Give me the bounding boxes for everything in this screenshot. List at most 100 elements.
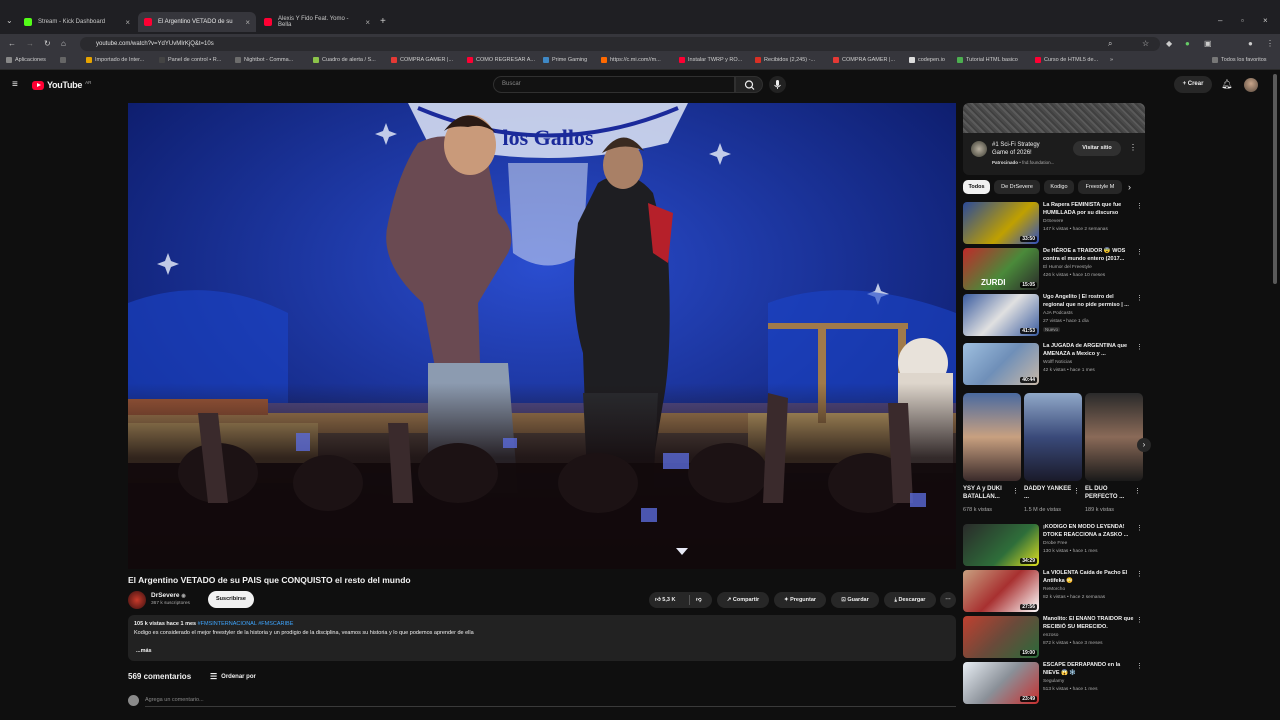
related-video-title[interactable]: Manolito: El ENANO TRAIDOR que RECIBIÓ S…	[1043, 616, 1135, 631]
video-thumbnail[interactable]: 19:00	[963, 616, 1039, 658]
browser-menu-icon[interactable]: ⋮	[1266, 39, 1274, 48]
sort-comments-button[interactable]: ☰ Ordenar por	[210, 672, 256, 681]
chip-all[interactable]: Todos	[963, 180, 990, 194]
like-button[interactable]: 👍︎ 5,3 K	[655, 597, 675, 603]
chip-kodigo[interactable]: Kodigo	[1044, 180, 1074, 194]
more-vert-icon[interactable]: ⋮	[1136, 248, 1143, 256]
related-video[interactable]: 41:53 Ugo Angelito | El rostro del regio…	[963, 294, 1145, 336]
short-thumbnail[interactable]	[963, 393, 1021, 481]
bookmark-item[interactable]: COMPRA GAMER |...	[833, 57, 895, 63]
related-channel[interactable]: AJA Podcasts	[1043, 311, 1073, 316]
related-channel[interactable]: Wolff Noticias	[1043, 360, 1072, 365]
more-actions-button[interactable]: ⋯	[940, 592, 956, 608]
profile-icon[interactable]: ●	[1248, 39, 1253, 48]
maximize-icon[interactable]: ▫	[1241, 16, 1244, 25]
tab-youtube-active[interactable]: El Argentino VETADO de su ×	[138, 12, 256, 32]
short-title[interactable]: DADDY YANKEE ...	[1024, 485, 1072, 501]
more-vert-icon[interactable]: ⋮	[1136, 524, 1143, 532]
share-button[interactable]: ↗ Compartir	[717, 592, 769, 608]
bookmark-star-icon[interactable]: ☆	[1142, 39, 1149, 48]
page-scrollbar[interactable]	[1273, 74, 1277, 284]
related-video-title[interactable]: La Rapera FEMINISTA que fue HUMILLADA po…	[1043, 202, 1135, 217]
related-video-title[interactable]: La JUGADA de ARGENTINA que AMENAZA a Mex…	[1043, 343, 1135, 358]
related-video-title[interactable]: De HÉROE a TRAIDOR 😨 WOS contra el mundo…	[1043, 248, 1135, 263]
create-button[interactable]: + Crear	[1174, 76, 1212, 93]
related-channel[interactable]: ReMorcho	[1043, 587, 1065, 592]
shorts-next-button[interactable]: ›	[1137, 438, 1151, 452]
bookmark-item[interactable]: COMPRA GAMER |...	[391, 57, 453, 63]
more-vert-icon[interactable]: ⋮	[1136, 616, 1143, 624]
more-vert-icon[interactable]: ⋮	[1136, 662, 1143, 670]
search-button[interactable]	[735, 76, 763, 93]
more-vert-icon[interactable]: ⋮	[1136, 343, 1143, 351]
channel-avatar[interactable]	[128, 591, 146, 609]
close-tab-icon[interactable]: ×	[125, 18, 130, 27]
more-vert-icon[interactable]: ⋮	[1134, 487, 1141, 495]
more-bookmarks-icon[interactable]: »	[1110, 57, 1113, 63]
related-video-title[interactable]: ¡KODIGO EN MODO LEYENDA! DTOKE REACCIONA…	[1043, 524, 1135, 539]
ad-card[interactable]: #1 Sci-Fi Strategy Game of 2026! Patroci…	[963, 103, 1145, 175]
bookmark-item[interactable]: https://c.mi.com//m...	[601, 57, 661, 63]
reload-icon[interactable]: ↻	[44, 39, 51, 48]
related-channel[interactable]: enzoso	[1043, 633, 1058, 638]
related-video[interactable]: 27:56 La VIOLENTA Caída de Pacho El Anti…	[963, 570, 1145, 612]
more-vert-icon[interactable]: ⋮	[1136, 202, 1143, 210]
related-video[interactable]: 23:49 ESCAPE DERRAPANDO en la NIEVE 😱 ❄️…	[963, 662, 1145, 704]
tab-search-icon[interactable]: ⌄	[6, 16, 13, 25]
extension-icon[interactable]: ●	[1185, 39, 1190, 48]
notifications-bell-icon[interactable]: 🔔︎	[1221, 79, 1232, 90]
bookmark-item[interactable]: Prime Gaming	[543, 57, 587, 63]
bookmark-item[interactable]: COMO REGRESAR A...	[467, 57, 535, 63]
search-input[interactable]: Buscar	[493, 76, 735, 93]
more-vert-icon[interactable]: ⋮	[1073, 487, 1080, 495]
channel-name[interactable]: DrSevere ◉	[151, 592, 186, 599]
description-box[interactable]: 105 k vistas hace 1 mes #FMSINTERNACIONA…	[128, 615, 956, 661]
more-vert-icon[interactable]: ⋮	[1136, 294, 1143, 302]
related-video[interactable]: 40:44 La JUGADA de ARGENTINA que AMENAZA…	[963, 343, 1145, 385]
voice-search-button[interactable]	[769, 76, 786, 93]
comment-input[interactable]: Agrega un comentario...	[145, 697, 956, 707]
minimize-icon[interactable]: –	[1218, 16, 1222, 25]
bookmark-item[interactable]: Tutorial HTML basico	[957, 57, 1018, 63]
video-player[interactable]: los Gallos	[128, 103, 956, 569]
close-tab-icon[interactable]: ×	[365, 18, 370, 27]
more-vert-icon[interactable]: ⋮	[1012, 487, 1019, 495]
url-field[interactable]: youtube.com/watch?v=YdYUvMIrKjQ&t=10s	[80, 37, 1160, 51]
hamburger-menu-icon[interactable]: ≡	[12, 79, 18, 90]
video-thumbnail[interactable]: 41:53	[963, 294, 1039, 336]
related-channel[interactable]: Segulamy	[1043, 679, 1064, 684]
bookmark-item[interactable]: Instalar TWRP y RO...	[679, 57, 742, 63]
related-video[interactable]: ZURDI 15:05 De HÉROE a TRAIDOR 😨 WOS cont…	[963, 248, 1145, 290]
related-video[interactable]: 34:29 ¡KODIGO EN MODO LEYENDA! DTOKE REA…	[963, 524, 1145, 566]
video-thumbnail[interactable]: 23:49	[963, 662, 1039, 704]
related-video-title[interactable]: ESCAPE DERRAPANDO en la NIEVE 😱 ❄️	[1043, 662, 1135, 677]
short-title[interactable]: EL DUO PERFECTO ...	[1085, 485, 1133, 501]
tab-kick[interactable]: Stream - Kick Dashboard ×	[18, 12, 136, 32]
account-avatar[interactable]	[1244, 78, 1258, 92]
extension-icon[interactable]: ◆	[1166, 39, 1172, 48]
download-button[interactable]: ⤓ Descargar	[884, 592, 936, 608]
dislike-button[interactable]: 👎︎	[696, 592, 702, 608]
video-thumbnail[interactable]: 33:50	[963, 202, 1039, 244]
chevron-right-icon[interactable]: ›	[1128, 182, 1131, 192]
back-icon[interactable]: ←	[8, 39, 16, 48]
all-bookmarks-button[interactable]: Todos los favoritos	[1212, 57, 1267, 63]
more-vert-icon[interactable]: ⋮	[1136, 570, 1143, 578]
zoom-icon[interactable]: ⌕	[1108, 39, 1112, 49]
bookmark-item[interactable]: Aplicaciones	[6, 57, 46, 63]
visit-site-button[interactable]: Visitar sitio	[1073, 141, 1121, 156]
close-tab-icon[interactable]: ×	[245, 18, 250, 27]
close-window-icon[interactable]: ×	[1263, 16, 1268, 25]
hashtags[interactable]: #FMSINTERNACIONAL #FMSCARIBE	[198, 621, 294, 627]
bookmark-folder-icon[interactable]	[60, 57, 66, 63]
short-thumbnail[interactable]	[1024, 393, 1082, 481]
extensions-puzzle-icon[interactable]: ▣	[1204, 39, 1212, 48]
related-channel[interactable]: El Humor del Freestyle	[1043, 265, 1092, 270]
home-icon[interactable]: ⌂	[61, 39, 66, 48]
youtube-logo[interactable]: YouTube AR	[32, 80, 91, 90]
bookmark-item[interactable]: Panel de control • R...	[159, 57, 221, 63]
bookmark-item[interactable]: Cuadro de alerta / S...	[313, 57, 376, 63]
save-button[interactable]: ⊡ Guardar	[831, 592, 879, 608]
chip-from-channel[interactable]: De DrSevere	[994, 180, 1040, 194]
bookmark-item[interactable]: Importado de Inter...	[86, 57, 144, 63]
